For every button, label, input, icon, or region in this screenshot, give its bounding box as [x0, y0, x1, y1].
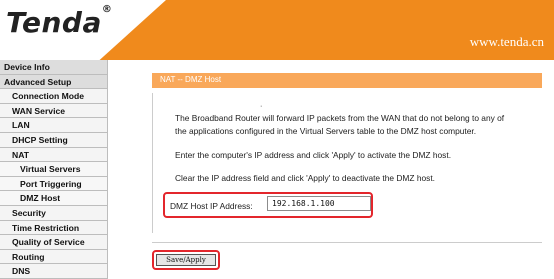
- sidebar-item-dns[interactable]: DNS: [0, 264, 107, 279]
- sidebar-item-dhcp-setting[interactable]: DHCP Setting: [0, 132, 107, 148]
- save-apply-button[interactable]: Save/Apply: [156, 254, 216, 266]
- sidebar-item-lan[interactable]: LAN: [0, 118, 107, 133]
- sidebar-item-time-restriction[interactable]: Time Restriction: [0, 220, 107, 236]
- sidebar-item-wan-service[interactable]: WAN Service: [0, 103, 107, 119]
- sidebar-item-device-info[interactable]: Device Info: [0, 60, 107, 75]
- divider: [152, 242, 542, 243]
- stray-dot: ·: [260, 103, 263, 110]
- sidebar-item-dmz-host[interactable]: DMZ Host: [0, 191, 107, 206]
- instruction-activate: Enter the computer's IP address and clic…: [175, 150, 452, 160]
- main-panel: NAT -- DMZ Host · The Broadband Router w…: [108, 60, 554, 279]
- logo-area: Tenda®: [0, 0, 166, 60]
- sidebar-item-port-triggering[interactable]: Port Triggering: [0, 176, 107, 192]
- site-url: www.tenda.cn: [469, 34, 544, 49]
- description-line-1: The Broadband Router will forward IP pac…: [175, 113, 505, 123]
- sidebar-item-virtual-servers[interactable]: Virtual Servers: [0, 162, 107, 177]
- sidebar-item-routing[interactable]: Routing: [0, 249, 107, 265]
- content-area: · The Broadband Router will forward IP p…: [152, 93, 543, 233]
- sidebar-item-nat[interactable]: NAT: [0, 147, 107, 163]
- dmz-ip-label: DMZ Host IP Address:: [170, 201, 253, 211]
- page-title: NAT -- DMZ Host: [160, 75, 222, 84]
- dmz-host-ip-input[interactable]: [267, 196, 371, 211]
- header: Tenda® www.tenda.cn: [0, 0, 554, 60]
- sidebar: Device Info Advanced Setup Connection Mo…: [0, 60, 108, 279]
- logo-text: Tenda: [6, 6, 102, 39]
- page-title-bar: NAT -- DMZ Host: [152, 73, 542, 88]
- description-line-2: the applications configured in the Virtu…: [175, 126, 477, 136]
- logo: Tenda®: [6, 4, 113, 39]
- sidebar-item-security[interactable]: Security: [0, 205, 107, 221]
- registered-mark: ®: [101, 4, 113, 15]
- sidebar-item-advanced-setup[interactable]: Advanced Setup: [0, 74, 107, 90]
- instruction-deactivate: Clear the IP address field and click 'Ap…: [175, 173, 436, 183]
- sidebar-item-quality-of-service[interactable]: Quality of Service: [0, 235, 107, 250]
- sidebar-item-connection-mode[interactable]: Connection Mode: [0, 89, 107, 104]
